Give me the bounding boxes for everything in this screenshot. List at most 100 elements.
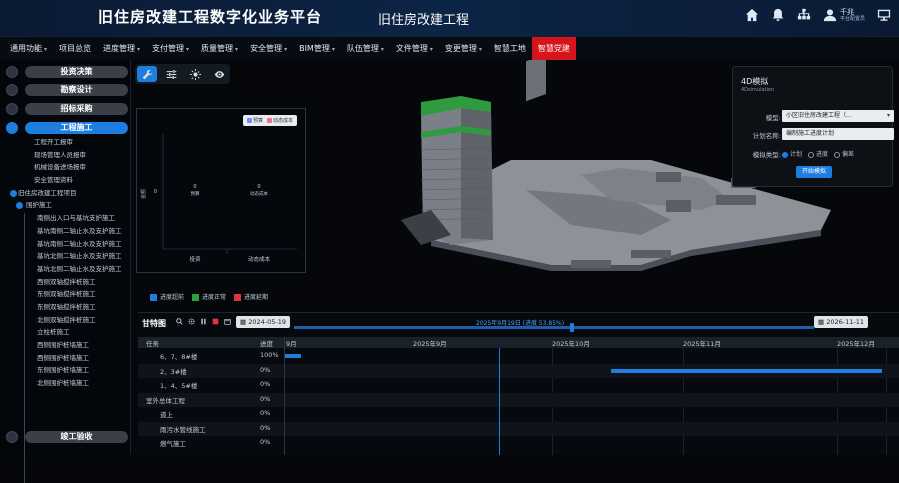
radio-circle[interactable] <box>834 151 841 158</box>
expand-icon[interactable] <box>16 202 23 210</box>
nav-item[interactable]: 进度管理 ▾ <box>97 37 146 60</box>
main-nav: 通用功能 ▾ 项目总览 进度管理 ▾ 支付管理 ▾ 质量管理 ▾ 安全管理 ▾ BIM管理 ▾ 队伍管理 ▾… <box>0 37 899 60</box>
type-radio[interactable]: 计划 <box>782 149 802 158</box>
bell-icon[interactable] <box>771 8 785 22</box>
nav-item[interactable]: 项目总览 <box>53 37 97 60</box>
chevron-down-icon: ▾ <box>429 46 433 53</box>
roof-block <box>631 250 671 258</box>
org-chart-icon[interactable] <box>797 8 811 22</box>
type-radio[interactable]: 偏差 <box>834 149 854 158</box>
phase-construction[interactable]: 工程施工 <box>6 122 128 135</box>
tree-item[interactable]: 东侧围护桩墙施工 <box>10 364 128 377</box>
tree-item[interactable]: 北侧围护桩墙施工 <box>10 377 128 390</box>
tree-item[interactable]: 基坑北侧二轴止水及支护施工 <box>10 250 128 263</box>
tree-item[interactable]: 机械设备进场报审 <box>10 161 128 174</box>
eye-button[interactable] <box>209 66 229 82</box>
tree-item[interactable]: 基坑南侧二轴止水及支护施工 <box>10 225 128 238</box>
project-title[interactable]: 旧住房改建工程 <box>378 9 469 28</box>
pause-icon[interactable] <box>200 318 207 325</box>
tree-item-label: 基坑南侧二轴止水及支护施工 <box>37 239 122 248</box>
type-radio[interactable]: 进度 <box>808 149 828 158</box>
gantt-start-date[interactable]: ▦ 2024-05-19 <box>236 316 290 328</box>
sliders-button[interactable] <box>161 66 181 82</box>
tree-item[interactable]: 围护施工 <box>10 199 128 212</box>
gantt-bar[interactable] <box>610 368 882 373</box>
nav-item-label: 安全管理 <box>250 44 283 53</box>
tree-item[interactable]: 西侧围护桩墙施工 <box>10 339 128 352</box>
phase-survey[interactable]: 勘察设计 <box>6 84 128 97</box>
nav-item[interactable]: 智慧党建 <box>531 37 576 60</box>
phase-bidding[interactable]: 招标采购 <box>6 103 128 116</box>
tree-item[interactable]: 西侧双轴搅拌桩施工 <box>10 276 128 289</box>
tree-item-label: 基坑南侧二轴止水及支护施工 <box>37 226 122 235</box>
phase-button-active[interactable]: 工程施工 <box>25 122 128 134</box>
radio-label: 计划 <box>790 151 803 158</box>
radio-circle[interactable] <box>782 151 788 158</box>
gantt-row[interactable]: 6、7、8#楼 100% <box>138 349 899 363</box>
phase-completion[interactable]: 竣工验收 <box>6 431 128 444</box>
gantt-row[interactable]: 道上 0% <box>138 407 899 421</box>
plan-input[interactable]: 编制施工进度计划 <box>782 128 894 140</box>
zoom-icon[interactable] <box>176 318 183 325</box>
tree-item[interactable]: 南侧出入口与基坑支护施工 <box>10 212 128 225</box>
tree-item[interactable]: 基坑北侧二轴止水及支护施工 <box>10 263 128 276</box>
nav-item[interactable]: 队伍管理 ▾ <box>341 37 390 60</box>
sun-icon <box>189 68 201 80</box>
wrench-icon <box>142 69 152 79</box>
tree-item[interactable]: 旧住房改建工程项目 <box>10 187 128 200</box>
tree-item[interactable]: 西侧围护桩墙施工 <box>10 352 128 365</box>
nav-item[interactable]: 通用功能 ▾ <box>4 37 53 60</box>
monitor-icon[interactable] <box>877 8 891 22</box>
nav-item[interactable]: 文件管理 ▾ <box>390 37 439 60</box>
nav-item[interactable]: 质量管理 ▾ <box>195 37 244 60</box>
user-menu[interactable]: 千兆 平台配置员 <box>823 8 865 22</box>
gantt-divider[interactable] <box>284 337 285 455</box>
sun-button[interactable] <box>185 66 205 82</box>
phase-investment[interactable]: 投资决策 <box>6 66 128 79</box>
breadcrumb-arrow-icon: › <box>297 8 303 24</box>
gantt-row[interactable]: 燃气施工 0% <box>138 436 899 450</box>
home-icon[interactable] <box>745 8 759 22</box>
nav-item[interactable]: 支付管理 ▾ <box>146 37 195 60</box>
settings-icon[interactable] <box>188 318 195 325</box>
tree-item[interactable]: 现场管理人员报审 <box>10 149 128 162</box>
nav-item-label: 支付管理 <box>152 44 185 53</box>
task-name: 燃气施工 <box>160 440 186 448</box>
expand-icon[interactable] <box>10 189 17 197</box>
phase-button[interactable]: 招标采购 <box>25 103 128 115</box>
nav-item[interactable]: 智慧工地 <box>488 37 532 60</box>
month-label: 2025年11月 <box>683 340 721 348</box>
gantt-end-date[interactable]: ▦ 2026-11-11 <box>814 316 868 328</box>
model-select[interactable]: 小区旧住房改建工程（… ▾ <box>782 110 894 122</box>
phase-button[interactable]: 竣工验收 <box>25 431 128 443</box>
tree-item[interactable]: 东侧双轴搅拌桩施工 <box>10 288 128 301</box>
nav-item-label: BIM管理 <box>299 44 330 53</box>
tree-item-label: 工程开工报审 <box>34 138 73 146</box>
nav-item[interactable]: BIM管理 ▾ <box>293 37 341 60</box>
tree-item-label: 北侧双轴搅拌桩施工 <box>37 315 96 324</box>
start-simulation-button[interactable]: 开始模拟 <box>796 166 832 178</box>
tree-item[interactable]: 北侧双轴搅拌桩施工 <box>10 314 128 327</box>
end-date-value: 2026-11-11 <box>826 318 864 326</box>
gantt-bar[interactable] <box>285 354 302 358</box>
nav-item[interactable]: 安全管理 ▾ <box>244 37 293 60</box>
gantt-row[interactable]: 1、4、5#楼 0% <box>138 378 899 392</box>
calendar-icon[interactable] <box>224 318 231 325</box>
tree-item[interactable]: 安全管理资料 <box>10 174 128 187</box>
wrench-button[interactable] <box>137 66 157 82</box>
gantt-row[interactable]: 雨污水管线施工 0% <box>138 421 899 436</box>
tree-item[interactable]: 东侧双轴搅拌桩施工 <box>10 301 128 314</box>
nav-item[interactable]: 变更管理 ▾ <box>439 37 488 60</box>
gantt-row[interactable]: 室外总体工程 0% <box>138 392 899 407</box>
stop-icon[interactable] <box>212 318 219 325</box>
tree-item-label: 基坑北侧二轴止水及支护施工 <box>37 264 122 273</box>
phase-icon <box>6 431 18 443</box>
radio-circle[interactable] <box>808 151 815 158</box>
tree-item[interactable]: 基坑南侧二轴止水及支护施工 <box>10 238 128 251</box>
gantt-row[interactable]: 2、3#楼 0% <box>138 363 899 378</box>
phase-button[interactable]: 勘察设计 <box>25 84 128 96</box>
tree-item[interactable]: 立柱桩施工 <box>10 326 128 339</box>
timeline-thumb[interactable] <box>570 323 574 332</box>
phase-button[interactable]: 投资决策 <box>25 66 128 78</box>
tree-item[interactable]: 工程开工报审 <box>10 136 128 149</box>
